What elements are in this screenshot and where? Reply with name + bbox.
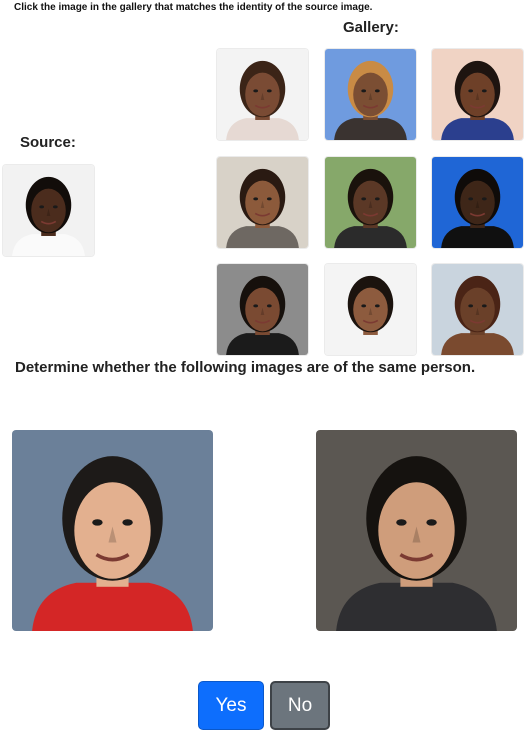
instruction-text: Click the image in the gallery that matc… [14, 2, 373, 13]
verification-question: Determine whether the following images a… [15, 359, 476, 376]
gallery-image-2[interactable] [325, 49, 416, 140]
source-image [3, 165, 94, 256]
gallery-image-8[interactable] [325, 264, 416, 355]
gallery-image-5[interactable] [325, 157, 416, 248]
gallery-image-1[interactable] [217, 49, 308, 140]
compare-image-left [12, 430, 213, 631]
gallery-label: Gallery: [343, 19, 399, 36]
gallery-image-9[interactable] [432, 264, 523, 355]
source-label: Source: [20, 134, 76, 151]
no-button[interactable]: No [270, 681, 330, 730]
gallery-image-3[interactable] [432, 49, 523, 140]
gallery-image-4[interactable] [217, 157, 308, 248]
gallery-image-6[interactable] [432, 157, 523, 248]
gallery-image-7[interactable] [217, 264, 308, 355]
yes-button[interactable]: Yes [198, 681, 264, 730]
compare-image-right [316, 430, 517, 631]
